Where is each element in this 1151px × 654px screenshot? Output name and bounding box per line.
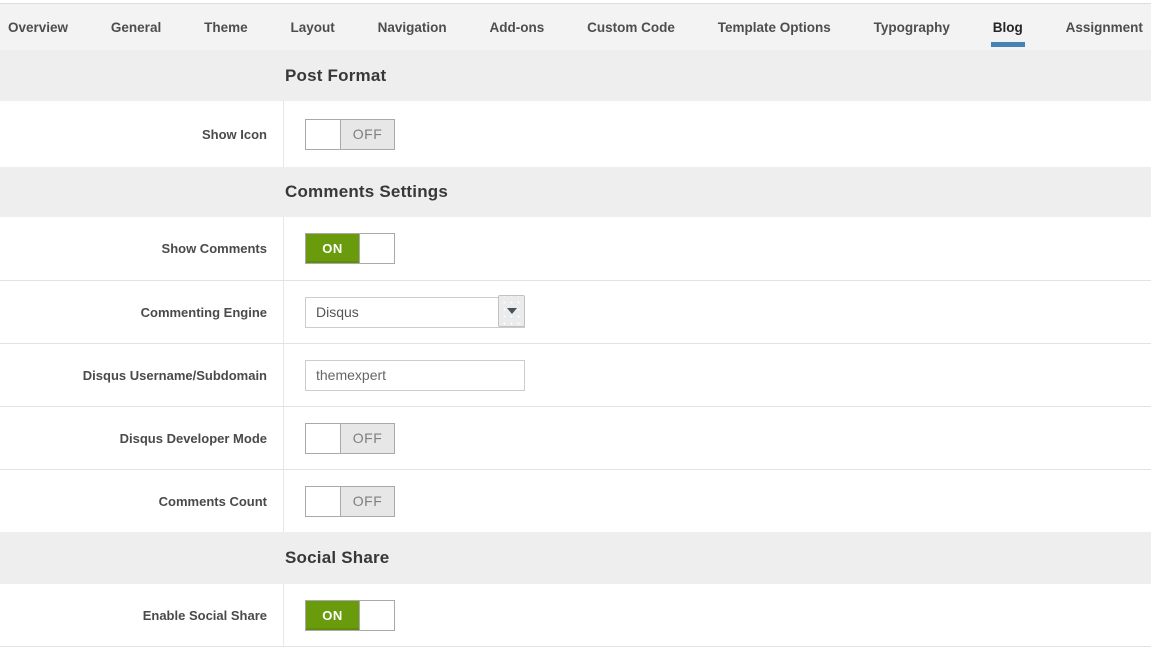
section-title: Social Share [285,548,389,568]
tab-add-ons[interactable]: Add-ons [490,4,545,50]
row-show-comments: Show Comments ON [0,217,1151,280]
toggle-knob [359,601,394,630]
toggle-state-label: OFF [341,487,394,516]
field-label: Show Icon [0,101,283,167]
toggle-state-label: ON [306,601,359,630]
field-label: Disqus Developer Mode [0,407,283,469]
tab-general[interactable]: General [111,4,161,50]
field-label: Disqus Username/Subdomain [0,344,283,406]
toggle-state-label: OFF [341,424,394,453]
field-label: Show Comments [0,217,283,280]
commenting-engine-select[interactable]: Disqus [305,297,525,328]
toggle-state-label: OFF [341,120,394,149]
tab-custom-code[interactable]: Custom Code [587,4,675,50]
field-label: Comments Count [0,470,283,532]
section-header-comments-settings: Comments Settings [0,167,1151,217]
toggle-knob [306,487,341,516]
show-comments-toggle[interactable]: ON [305,233,395,264]
row-show-icon: Show Icon OFF [0,101,1151,167]
section-title: Comments Settings [285,182,448,202]
chevron-down-icon [498,295,525,327]
row-commenting-engine: Commenting Engine Disqus [0,280,1151,343]
tab-overview[interactable]: Overview [8,4,68,50]
disqus-developer-mode-toggle[interactable]: OFF [305,423,395,454]
disqus-username-input[interactable] [305,360,525,391]
field-control: OFF [283,407,1151,469]
toggle-knob [306,424,341,453]
page-bottom-whitespace [0,647,1151,653]
tab-assignment[interactable]: Assignment [1066,4,1143,50]
field-control: OFF [283,101,1151,167]
toggle-knob [306,120,341,149]
section-header-post-format: Post Format [0,50,1151,101]
row-comments-count: Comments Count OFF [0,469,1151,532]
tab-navigation[interactable]: Navigation [378,4,447,50]
enable-social-share-toggle[interactable]: ON [305,600,395,631]
select-selected-value: Disqus [316,304,359,320]
field-label: Commenting Engine [0,281,283,343]
toggle-state-label: ON [306,234,359,263]
tab-typography[interactable]: Typography [874,4,950,50]
row-disqus-username: Disqus Username/Subdomain [0,343,1151,406]
field-control: ON [283,217,1151,280]
comments-count-toggle[interactable]: OFF [305,486,395,517]
row-enable-social-share: Enable Social Share ON [0,584,1151,647]
toggle-knob [359,234,394,263]
tab-layout[interactable]: Layout [290,4,334,50]
tab-blog[interactable]: Blog [993,4,1023,50]
row-disqus-developer-mode: Disqus Developer Mode OFF [0,406,1151,469]
field-control: Disqus [283,281,1151,343]
show-icon-toggle[interactable]: OFF [305,119,395,150]
field-control: OFF [283,470,1151,532]
tab-theme[interactable]: Theme [204,4,248,50]
section-title: Post Format [285,66,386,86]
field-control [283,344,1151,406]
settings-tab-bar: Overview General Theme Layout Navigation… [0,4,1151,50]
field-label: Enable Social Share [0,584,283,646]
blog-settings-panel: Post Format Show Icon OFF Comments Setti… [0,50,1151,653]
section-header-social-share: Social Share [0,532,1151,584]
field-control: ON [283,584,1151,646]
tab-template-options[interactable]: Template Options [718,4,831,50]
